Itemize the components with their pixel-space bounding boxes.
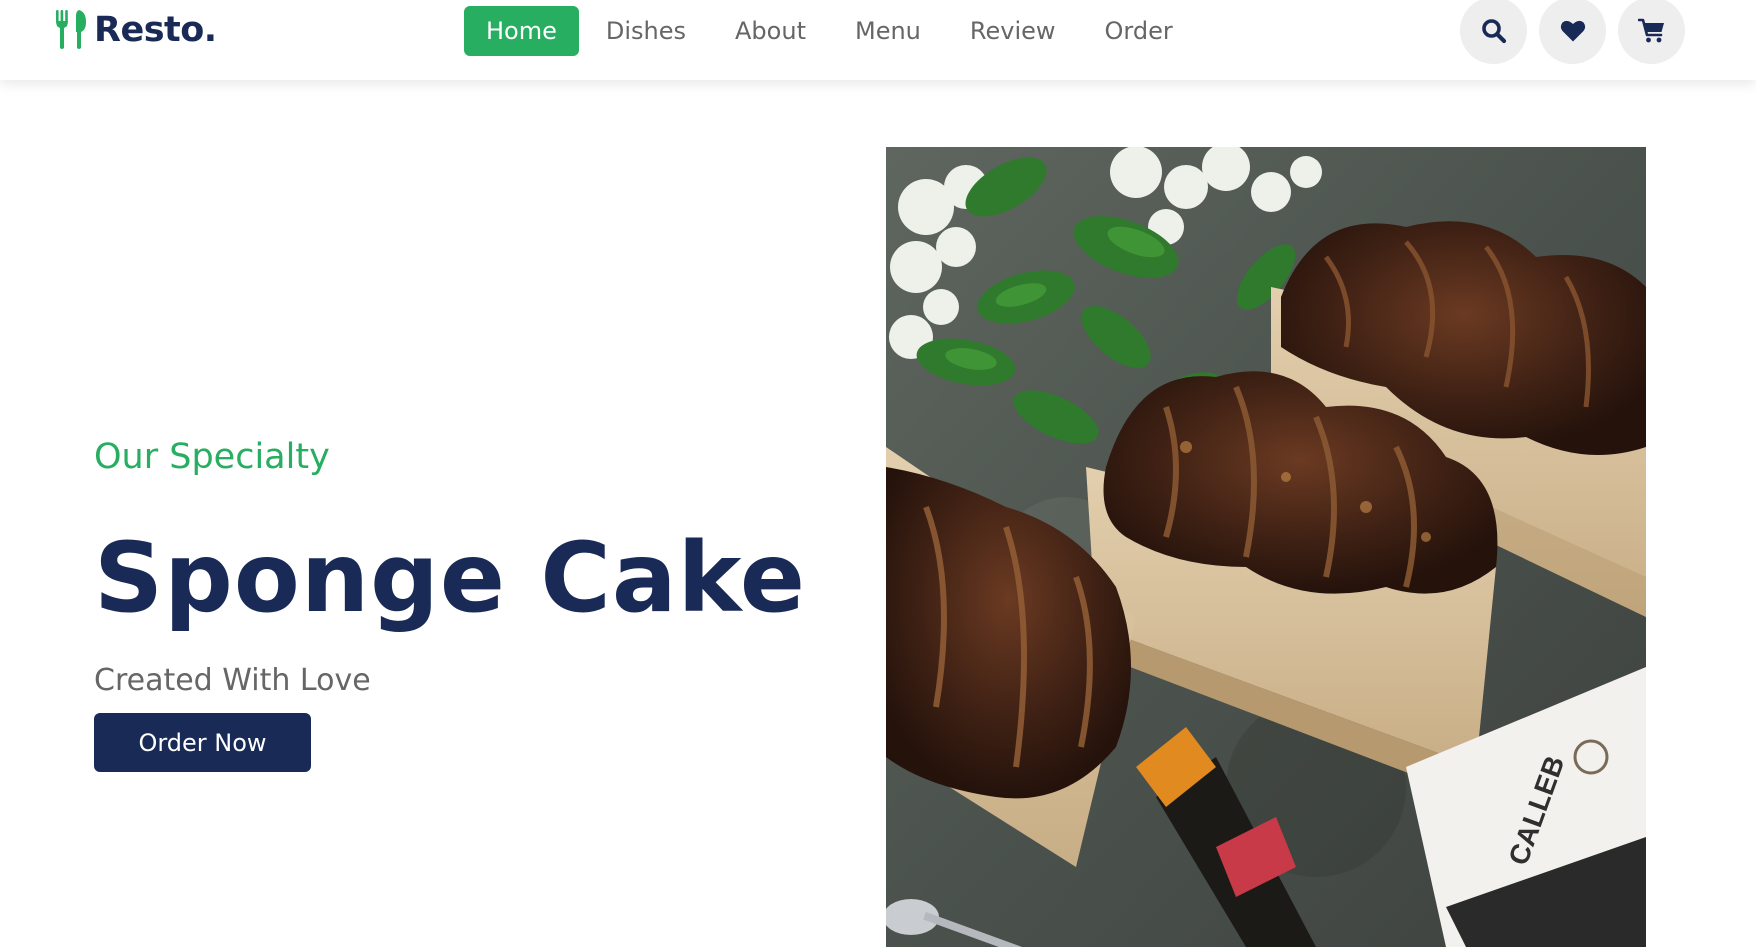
utensils-icon [56, 10, 86, 49]
hero-image: CALLEB [886, 147, 1646, 947]
order-now-button[interactable]: Order Now [94, 713, 311, 772]
nav-order[interactable]: Order [1083, 6, 1195, 56]
search-button[interactable] [1460, 0, 1527, 64]
logo[interactable]: Resto. [54, 7, 217, 53]
hero-tagline: Created With Love [94, 663, 371, 698]
heart-icon [1560, 20, 1585, 41]
favorites-button[interactable] [1539, 0, 1606, 64]
nav-about[interactable]: About [713, 6, 828, 56]
nav-menu[interactable]: Menu [833, 6, 943, 56]
site-header: Resto. Home Dishes About Menu Review Ord… [0, 0, 1756, 80]
search-icon [1481, 18, 1506, 43]
nav-home[interactable]: Home [464, 6, 579, 56]
nav-dishes[interactable]: Dishes [584, 6, 708, 56]
cart-icon [1637, 18, 1664, 42]
header-icons [1460, 0, 1685, 64]
brand-name: Resto. [94, 10, 217, 50]
main-nav: Home Dishes About Menu Review Order [464, 6, 1200, 56]
nav-review[interactable]: Review [948, 6, 1078, 56]
cart-button[interactable] [1618, 0, 1685, 64]
hero-title: Sponge Cake [94, 522, 807, 634]
cake-photo: CALLEB [886, 147, 1646, 947]
hero-subtitle: Our Specialty [94, 437, 330, 477]
hero-content: Our Specialty Sponge Cake Created With L… [94, 440, 814, 696]
